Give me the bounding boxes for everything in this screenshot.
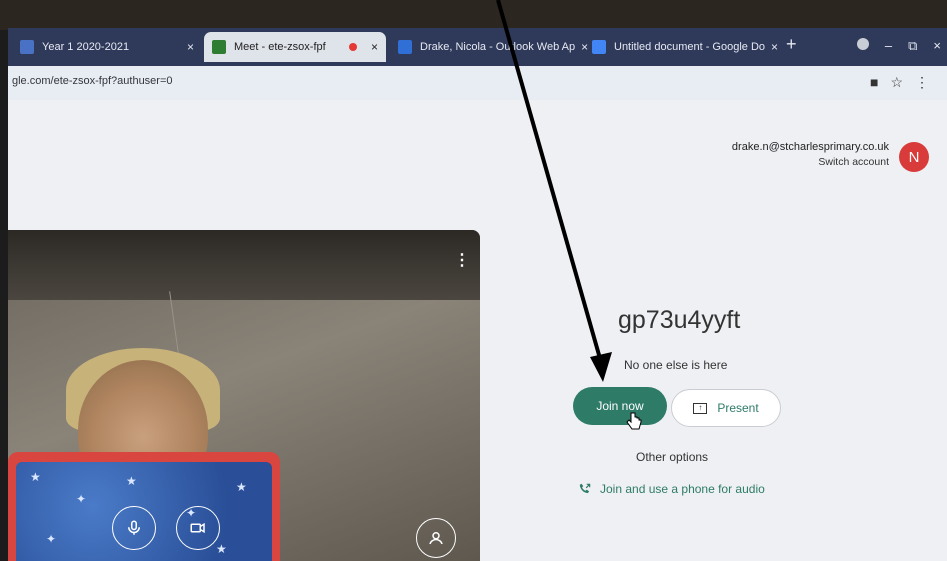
present-label: Present: [717, 401, 759, 415]
tab-outlook[interactable]: Drake, Nicola - Outlook Web Ap ×: [390, 32, 588, 62]
url-field[interactable]: gle.com/ete-zsox-fpf?authuser=0: [12, 75, 173, 87]
docs-icon: [592, 40, 606, 54]
tab-close-icon[interactable]: ×: [181, 40, 194, 54]
tab-meet[interactable]: Meet - ete-zsox-fpf ×: [204, 32, 386, 62]
present-button[interactable]: ↑ Present: [671, 389, 781, 427]
profile-icon[interactable]: [856, 38, 869, 50]
account-email: drake.n@stcharlesprimary.co.uk: [731, 141, 889, 153]
person-effects-icon: [429, 532, 443, 545]
minimize-button[interactable]: –: [885, 38, 892, 54]
outlook-icon: [398, 40, 412, 54]
camera-button[interactable]: [176, 506, 220, 550]
tab-label: Untitled document - Google Do: [614, 41, 766, 53]
tab-label: Drake, Nicola - Outlook Web Ap: [420, 41, 576, 53]
other-options-heading: Other options: [636, 450, 709, 464]
phone-forward-icon: [579, 483, 591, 494]
camera-preview: ★ ✦ ★ ✦ ★ ✦ ★ ⋮: [8, 230, 480, 561]
meet-page: drake.n@stcharlesprimary.co.uk Switch ac…: [8, 100, 947, 561]
bookmark-star-icon[interactable]: ☆: [890, 74, 903, 91]
visual-effects-button[interactable]: [416, 518, 456, 558]
recording-indicator-icon: [348, 43, 357, 51]
tab-label: Year 1 2020-2021: [42, 41, 130, 53]
address-bar: gle.com/ete-zsox-fpf?authuser=0 ■ ☆ ⋮: [8, 66, 947, 101]
avatar[interactable]: N: [899, 142, 929, 172]
preview-menu-icon[interactable]: ⋮: [454, 250, 470, 270]
browser-menu-icon[interactable]: ⋮: [915, 74, 929, 91]
meeting-code: gp73u4yyft: [618, 306, 741, 334]
video-camera-icon: [190, 522, 205, 534]
present-screen-icon: ↑: [693, 402, 708, 414]
address-bar-icons: ■ ☆ ⋮: [870, 74, 929, 91]
preview-ceiling: [8, 230, 480, 300]
hand-cursor-icon: [626, 412, 642, 430]
tab-close-icon[interactable]: ×: [765, 40, 778, 54]
meeting-status: No one else is here: [624, 358, 728, 372]
tab-label: Meet - ete-zsox-fpf: [234, 41, 326, 53]
camera-icon[interactable]: ■: [870, 74, 878, 91]
tab-close-icon[interactable]: ×: [365, 40, 378, 54]
meet-icon: [212, 40, 226, 54]
microphone-icon: [128, 520, 140, 535]
microphone-button[interactable]: [112, 506, 156, 550]
tab-year1[interactable]: Year 1 2020-2021 ×: [12, 32, 202, 62]
switch-account-link[interactable]: Switch account: [732, 155, 889, 170]
tab-docs[interactable]: Untitled document - Google Do ×: [584, 32, 778, 62]
new-tab-button[interactable]: +: [786, 34, 797, 55]
join-now-button[interactable]: Join now: [573, 387, 667, 425]
window-controls: – ⧉ ×: [856, 38, 941, 54]
phone-audio-label: Join and use a phone for audio: [600, 482, 765, 496]
account-info: drake.n@stcharlesprimary.co.uk Switch ac…: [732, 140, 889, 170]
photo-top-edge: [0, 0, 947, 30]
tab-strip: Year 1 2020-2021 × Meet - ete-zsox-fpf ×…: [8, 28, 947, 66]
photo-frame: Year 1 2020-2021 × Meet - ete-zsox-fpf ×…: [0, 0, 947, 561]
close-window-button[interactable]: ×: [933, 38, 941, 54]
calendar-icon: [20, 40, 34, 54]
restore-button[interactable]: ⧉: [908, 38, 917, 54]
phone-audio-link[interactable]: Join and use a phone for audio: [578, 482, 765, 496]
